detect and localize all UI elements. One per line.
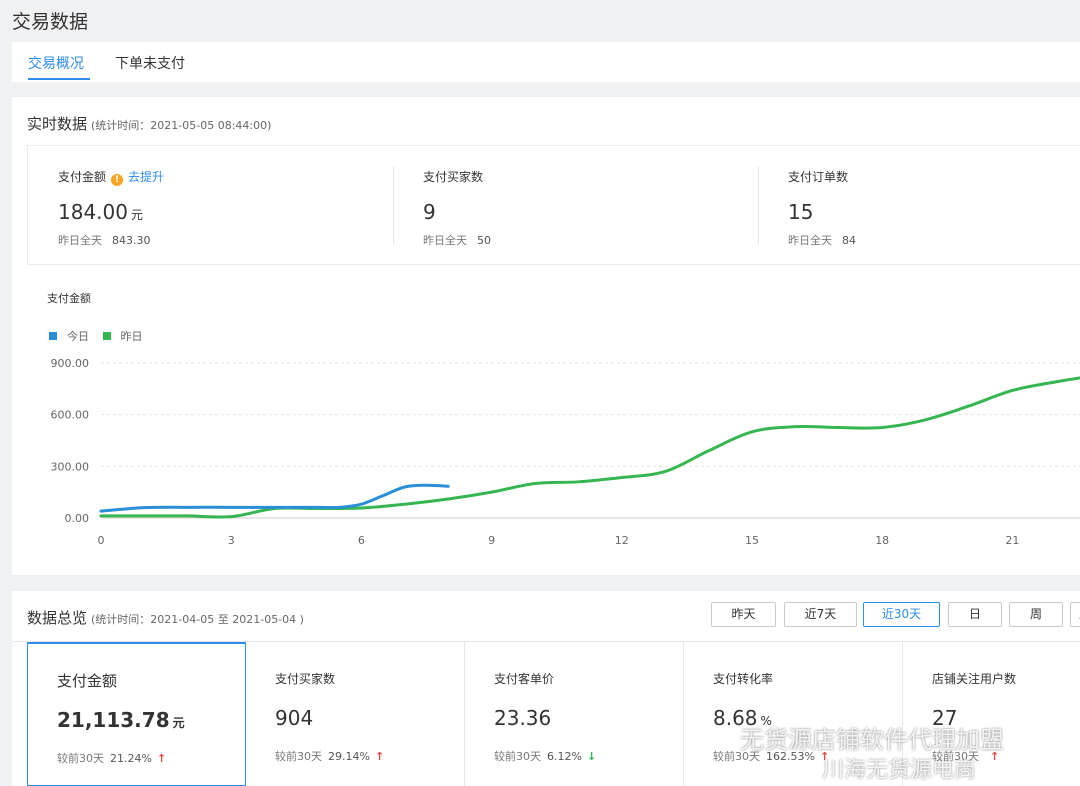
compare-label: 较前30天: [275, 750, 322, 763]
arrow-up-icon: ↑: [374, 750, 385, 763]
overview-metric-value: 21,113.78 元: [57, 708, 185, 732]
x-tick-label: 18: [875, 534, 889, 547]
compare-percent: 29.14%: [328, 750, 370, 763]
y-tick-label: 900.00: [51, 357, 90, 370]
watermark: 无货源店铺软件代理加盟: [704, 720, 1004, 755]
overview-title-text: 数据总览: [27, 609, 88, 627]
x-tick-label: 21: [1005, 534, 1019, 547]
tab-bar: 交易概况 下单未支付: [12, 42, 1080, 82]
overview-metric-value-text: 21,113.78: [57, 708, 170, 732]
compare-label: 较前30天: [57, 752, 104, 765]
compare-percent: 21.24%: [110, 752, 152, 765]
overview-metric-compare: 较前30天 29.14% ↑: [275, 748, 384, 764]
range-month-button[interactable]: 月: [1070, 602, 1080, 627]
y-tick-label: 300.00: [51, 460, 90, 473]
arrow-up-icon: ↑: [156, 752, 167, 765]
overview-title: 数据总览 (统计时间：2021-04-05 至 2021-05-04 ): [27, 607, 304, 628]
watermark-text-2: 川海无货源电商: [822, 758, 977, 783]
wechat-icon: [705, 728, 731, 749]
range-week-button[interactable]: 周: [1009, 602, 1063, 627]
overview-stat-time: (统计时间：2021-04-05 至 2021-05-04 ): [91, 613, 304, 626]
overview-metric-label: 支付客单价: [494, 672, 555, 686]
x-tick-label: 15: [745, 534, 759, 547]
range-7days-button[interactable]: 近7天: [784, 602, 857, 627]
compare-label: 较前30天: [494, 750, 541, 763]
overview-metric-compare: 较前30天 6.12% ↓: [494, 748, 596, 764]
y-tick-label: 0.00: [65, 512, 90, 525]
overview-metric-compare: 较前30天 21.24% ↑: [57, 750, 166, 766]
page-title: 交易数据: [12, 11, 89, 33]
x-tick-label: 9: [488, 534, 495, 547]
overview-metric-label: 支付转化率: [713, 672, 774, 686]
series-line-yesterday: [99, 376, 1080, 519]
tab-unpaid-orders[interactable]: 下单未支付: [115, 53, 185, 73]
x-tick-label: 3: [228, 534, 235, 547]
overview-metric-unit: 元: [172, 716, 185, 730]
overview-metric-value: 23.36: [494, 706, 552, 730]
compare-percent: 6.12%: [547, 750, 582, 763]
series-line-today: [99, 483, 450, 513]
overview-metric-pay-amount[interactable]: 支付金额 21,113.78 元 较前30天 21.24% ↑: [27, 642, 246, 786]
active-tab-indicator: [28, 78, 90, 80]
x-tick-label: 12: [615, 534, 629, 547]
tab-trade-overview[interactable]: 交易概况: [28, 53, 84, 73]
y-tick-label: 600.00: [51, 409, 90, 422]
range-day-button[interactable]: 日: [948, 602, 1002, 627]
pay-amount-line-chart: 0.00 300.00 600.00 900.00 0 3 6 9 12 15 18 21: [51, 357, 1080, 547]
arrow-down-icon: ↓: [586, 750, 597, 763]
range-30days-button[interactable]: 近30天: [863, 602, 940, 627]
overview-metric-avg-order-price[interactable]: 支付客单价 23.36 较前30天 6.12% ↓: [465, 642, 684, 786]
watermark-text: 无货源店铺软件代理加盟: [740, 726, 1004, 754]
watermark-weibo: 川海无货源电商: [822, 752, 976, 784]
overview-metric-label: 支付买家数: [275, 672, 336, 686]
overview-metric-value: 904: [275, 706, 314, 730]
overview-metric-pay-buyers[interactable]: 支付买家数 904 较前30天 29.14% ↑: [246, 642, 465, 786]
overview-metric-label: 店铺关注用户数: [932, 672, 1017, 686]
x-tick-label: 0: [98, 534, 105, 547]
x-tick-label: 6: [358, 534, 365, 547]
overview-metric-label: 支付金额: [57, 672, 118, 690]
range-yesterday-button[interactable]: 昨天: [711, 602, 776, 627]
